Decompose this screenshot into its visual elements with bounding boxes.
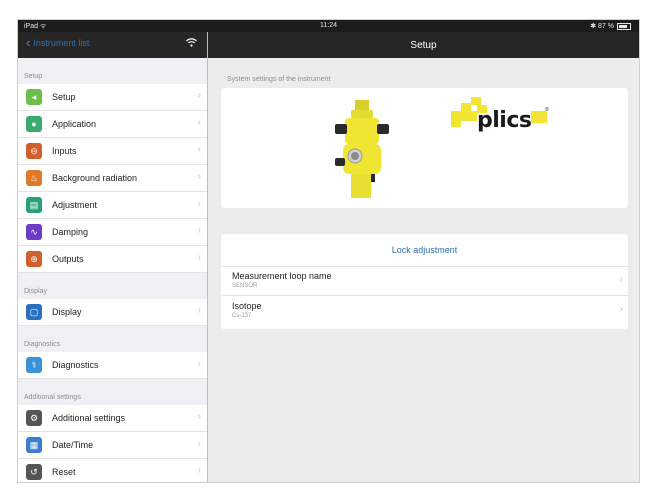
sidebar-item-inputs[interactable]: ⊖ Inputs › xyxy=(18,138,207,165)
detail-pane: System settings of the instrument plics … xyxy=(208,58,639,482)
sidebar-item-additional-settings[interactable]: ⚙ Additional settings › xyxy=(18,405,207,432)
sidebar-item-outputs[interactable]: ⊕ Outputs › xyxy=(18,246,207,273)
chevron-right-icon: › xyxy=(197,117,201,128)
logo-text: plics xyxy=(477,108,532,133)
reset-icon: ↺ xyxy=(26,464,42,480)
outputs-icon: ⊕ xyxy=(26,251,42,267)
sidebar-item-label: Display xyxy=(52,307,82,317)
sidebar-item-application[interactable]: ● Application › xyxy=(18,111,207,138)
logo-registered: ® xyxy=(545,107,549,113)
sidebar-item-label: Application xyxy=(52,119,97,129)
chevron-right-icon: › xyxy=(197,198,201,209)
chevron-right-icon: › xyxy=(197,225,201,236)
display-icon: ▢ xyxy=(26,304,42,320)
diagnostics-icon: ⚕ xyxy=(26,357,42,373)
section-header: Diagnostics xyxy=(24,341,61,348)
row-title: Isotope xyxy=(232,301,262,311)
ipad-screen: iPad ᯤ 11:24 ✱ 87 % ‹ Instrument list Se… xyxy=(17,19,640,483)
chevron-right-icon: › xyxy=(619,274,623,285)
battery-icon xyxy=(617,22,631,30)
sidebar-item-damping[interactable]: ∿ Damping › xyxy=(18,219,207,246)
settings-card: Lock adjustment Measurement loop name SE… xyxy=(221,234,628,329)
section-header: Setup xyxy=(24,73,43,80)
damping-icon: ∿ xyxy=(26,224,42,240)
chevron-right-icon: › xyxy=(197,305,201,316)
instrument-card: plics ® xyxy=(221,88,628,208)
sidebar-nav-bar: ‹ Instrument list xyxy=(18,32,207,58)
date-time-icon: ▦ xyxy=(26,437,42,453)
sidebar-item-label: Additional settings xyxy=(52,413,126,423)
isotope-row[interactable]: Isotope Cs-137 › xyxy=(221,296,628,325)
sidebar-item-reset[interactable]: ↺ Reset › xyxy=(18,459,207,482)
section-caption: System settings of the instrument xyxy=(227,76,331,83)
battery-status: ✱ 87 % xyxy=(590,22,631,30)
sidebar-item-label: Setup xyxy=(52,92,76,102)
status-bar: iPad ᯤ 11:24 ✱ 87 % xyxy=(18,20,639,32)
clock: 11:24 xyxy=(320,22,337,29)
chevron-right-icon: › xyxy=(197,358,201,369)
page-title: Setup xyxy=(410,40,437,51)
detail-nav-bar: Setup xyxy=(208,32,639,58)
instrument-image xyxy=(335,100,389,198)
chevron-right-icon: › xyxy=(197,465,201,476)
back-button[interactable]: ‹ Instrument list xyxy=(26,35,90,50)
sidebar-item-label: Reset xyxy=(52,467,76,477)
sidebar-item-diagnostics[interactable]: ⚕ Diagnostics › xyxy=(18,352,207,379)
application-icon: ● xyxy=(26,116,42,132)
adjustment-icon: ▤ xyxy=(26,197,42,213)
sidebar-item-label: Diagnostics xyxy=(52,360,99,370)
inputs-icon: ⊖ xyxy=(26,143,42,159)
battery-percent: ✱ 87 % xyxy=(590,23,614,30)
sidebar-item-adjustment[interactable]: ▤ Adjustment › xyxy=(18,192,207,219)
lock-adjustment-button[interactable]: Lock adjustment xyxy=(221,234,628,267)
wifi-icon xyxy=(186,38,197,50)
row-value: SENSOR xyxy=(232,283,258,289)
row-title: Measurement loop name xyxy=(232,271,332,281)
chevron-right-icon: › xyxy=(619,304,623,315)
chevron-right-icon: › xyxy=(197,438,201,449)
background-radiation-icon: ♨ xyxy=(26,170,42,186)
row-value: Cs-137 xyxy=(232,313,252,319)
additional-settings-icon: ⚙ xyxy=(26,410,42,426)
back-button-label: Instrument list xyxy=(33,38,90,48)
plics-logo: plics ® xyxy=(447,97,557,137)
section-header: Additional settings xyxy=(24,394,81,401)
chevron-right-icon: › xyxy=(197,411,201,422)
chevron-right-icon: › xyxy=(197,144,201,155)
chevron-right-icon: › xyxy=(197,252,201,263)
sidebar-item-label: Date/Time xyxy=(52,440,94,450)
chevron-right-icon: › xyxy=(197,90,201,101)
sidebar: Setup ◂ Setup › ● Application › ⊖ Inputs… xyxy=(18,58,207,482)
sidebar-item-label: Inputs xyxy=(52,146,77,156)
sidebar-item-background-radiation[interactable]: ♨ Background radiation › xyxy=(18,165,207,192)
sidebar-item-label: Damping xyxy=(52,227,89,237)
setup-icon: ◂ xyxy=(26,89,42,105)
sidebar-item-label: Adjustment xyxy=(52,200,98,210)
sidebar-item-label: Background radiation xyxy=(52,173,138,183)
chevron-left-icon: ‹ xyxy=(26,35,31,50)
section-header: Display xyxy=(24,288,47,295)
chevron-right-icon: › xyxy=(197,171,201,182)
measurement-loop-name-row[interactable]: Measurement loop name SENSOR › xyxy=(221,266,628,296)
sidebar-item-label: Outputs xyxy=(52,254,84,264)
sidebar-item-date-time[interactable]: ▦ Date/Time › xyxy=(18,432,207,459)
sidebar-item-setup[interactable]: ◂ Setup › xyxy=(18,84,207,111)
sidebar-item-display[interactable]: ▢ Display › xyxy=(18,299,207,326)
